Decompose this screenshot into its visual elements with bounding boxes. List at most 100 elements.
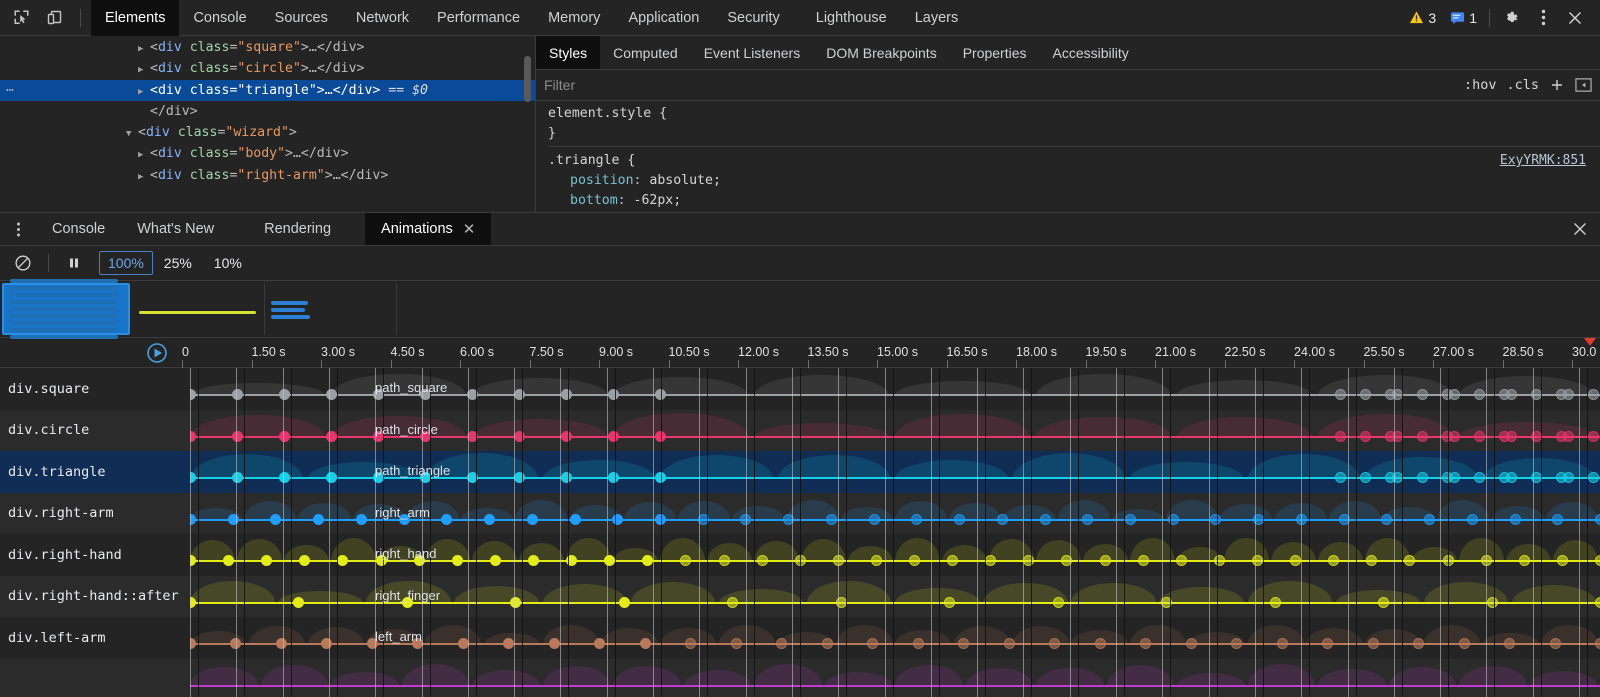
keyframe-dot[interactable] — [1481, 555, 1492, 566]
keyframe-dot[interactable] — [1328, 555, 1339, 566]
animation-track[interactable] — [190, 534, 1600, 576]
animation-row-selector[interactable]: div.square — [0, 368, 190, 410]
keyframe-dot[interactable] — [549, 638, 560, 649]
keyframe-dot[interactable] — [566, 555, 577, 566]
keyframe-dot[interactable] — [1176, 555, 1187, 566]
keyframe-dot[interactable] — [822, 638, 833, 649]
dom-node-right-arm[interactable]: ▶<div class="right-arm">…</div> — [0, 165, 535, 186]
animation-row[interactable]: div.right-handright_hand — [0, 534, 1600, 576]
expand-arrow-icon[interactable]: ▶ — [138, 82, 150, 103]
keyframe-dot[interactable] — [1049, 638, 1060, 649]
keyframe-dot[interactable] — [414, 555, 425, 566]
keyframe-dot[interactable] — [947, 555, 958, 566]
keyframe-dot[interactable] — [190, 555, 196, 566]
keyframe-dot[interactable] — [655, 431, 666, 442]
keyframe-dot[interactable] — [740, 514, 751, 525]
keyframe-dot[interactable] — [1595, 555, 1600, 566]
keyframe-dot[interactable] — [1252, 555, 1263, 566]
keyframe-dot[interactable] — [604, 555, 615, 566]
close-devtools-icon[interactable] — [1560, 3, 1590, 33]
keyframe-dot[interactable] — [642, 555, 653, 566]
keyframe-dot[interactable] — [230, 638, 241, 649]
keyframe-dot[interactable] — [1588, 389, 1599, 400]
animation-track[interactable] — [190, 451, 1600, 493]
expand-arrow-icon[interactable]: ▶ — [138, 60, 150, 81]
keyframe-dot[interactable] — [293, 597, 304, 608]
keyframe-dot[interactable] — [279, 389, 290, 400]
css-declaration-bottom[interactable]: bottom: -62px; — [548, 191, 1600, 211]
dom-node-close-objects[interactable]: </div> — [0, 101, 535, 122]
keyframe-dot[interactable] — [326, 431, 337, 442]
message-count-button[interactable]: 1 — [1444, 10, 1483, 26]
keyframe-dot[interactable] — [1595, 597, 1600, 608]
keyframe-dot[interactable] — [1095, 638, 1106, 649]
keyframe-dot[interactable] — [514, 431, 525, 442]
css-property-value[interactable]: absolute; — [649, 173, 720, 188]
keyframe-dot[interactable] — [985, 555, 996, 566]
keyframe-dot[interactable] — [833, 555, 844, 566]
tab-lighthouse[interactable]: Lighthouse — [794, 0, 901, 36]
animation-row-selector[interactable]: div.right-arm — [0, 493, 190, 535]
keyframe-dot[interactable] — [527, 514, 538, 525]
keyframe-dot[interactable] — [561, 431, 572, 442]
keyframe-dot[interactable] — [698, 514, 709, 525]
keyframe-dot[interactable] — [1381, 514, 1392, 525]
keyframe-dot[interactable] — [223, 555, 234, 566]
animation-row-selector[interactable]: div.right-hand::after — [0, 576, 190, 618]
keyframe-dot[interactable] — [1552, 514, 1563, 525]
keyframe-dot[interactable] — [1366, 555, 1377, 566]
dom-node-triangle[interactable]: ⋯▶<div class="triangle">…</div> == $0 — [0, 80, 535, 101]
expand-arrow-icon[interactable]: ▶ — [138, 145, 150, 166]
styles-filter-input[interactable] — [544, 77, 1464, 93]
computed-sidebar-toggle-icon[interactable] — [1575, 77, 1592, 93]
keyframe-dot[interactable] — [1360, 472, 1371, 483]
keyframe-dot[interactable] — [1531, 389, 1542, 400]
keyframe-dot[interactable] — [1186, 638, 1197, 649]
keyframe-dot[interactable] — [783, 514, 794, 525]
animation-row[interactable] — [0, 659, 1600, 697]
keyframe-dot[interactable] — [1335, 431, 1346, 442]
keyframe-dot[interactable] — [731, 638, 742, 649]
tab-styles[interactable]: Styles — [536, 36, 600, 69]
keyframe-line[interactable] — [190, 643, 1600, 645]
animation-group-preview-3[interactable] — [265, 283, 397, 335]
keyframe-dot[interactable] — [570, 514, 581, 525]
keyframe-dot[interactable] — [326, 472, 337, 483]
keyframe-dot[interactable] — [1360, 431, 1371, 442]
keyframe-dot[interactable] — [1040, 514, 1051, 525]
animation-row[interactable]: div.right-hand::afterright_finger — [0, 576, 1600, 618]
keyframe-dot[interactable] — [402, 597, 413, 608]
keyframe-dot[interactable] — [452, 555, 463, 566]
drawer-tab-animations[interactable]: Animations ✕ — [365, 213, 491, 245]
keyframe-dot[interactable] — [954, 514, 965, 525]
keyframe-dot[interactable] — [1004, 638, 1015, 649]
dom-tree-scrollbar[interactable] — [524, 56, 531, 102]
timeline-ruler[interactable]: 01.50 s3.00 s4.50 s6.00 s7.50 s9.00 s10.… — [0, 338, 1600, 368]
animation-row[interactable]: div.trianglepath_triangle — [0, 451, 1600, 493]
keyframe-dot[interactable] — [1595, 514, 1600, 525]
keyframe-dot[interactable] — [871, 555, 882, 566]
keyframe-dot[interactable] — [528, 555, 539, 566]
keyframe-dot[interactable] — [441, 514, 452, 525]
keyframe-dot[interactable] — [719, 555, 730, 566]
drawer-tab-whats-new[interactable]: What's New — [121, 213, 230, 245]
css-declaration-position[interactable]: position: absolute; — [548, 171, 1600, 191]
keyframe-dot[interactable] — [279, 472, 290, 483]
keyframe-dot[interactable] — [420, 389, 431, 400]
keyframe-dot[interactable] — [612, 514, 623, 525]
collapse-arrow-icon[interactable]: ▼ — [126, 124, 138, 145]
keyframe-dot[interactable] — [795, 555, 806, 566]
drawer-tab-console[interactable]: Console — [36, 213, 121, 245]
keyframe-dot[interactable] — [1100, 555, 1111, 566]
keyframe-dot[interactable] — [276, 638, 287, 649]
keyframe-dot[interactable] — [1531, 431, 1542, 442]
keyframe-dot[interactable] — [270, 514, 281, 525]
animation-row[interactable]: div.left-armleft_arm — [0, 617, 1600, 659]
keyframe-dot[interactable] — [484, 514, 495, 525]
keyframe-dot[interactable] — [190, 638, 196, 649]
keyframe-dot[interactable] — [313, 514, 324, 525]
keyframe-dot[interactable] — [373, 431, 384, 442]
keyframe-dot[interactable] — [958, 638, 969, 649]
keyframe-dot[interactable] — [420, 431, 431, 442]
keyframe-dot[interactable] — [1588, 431, 1599, 442]
